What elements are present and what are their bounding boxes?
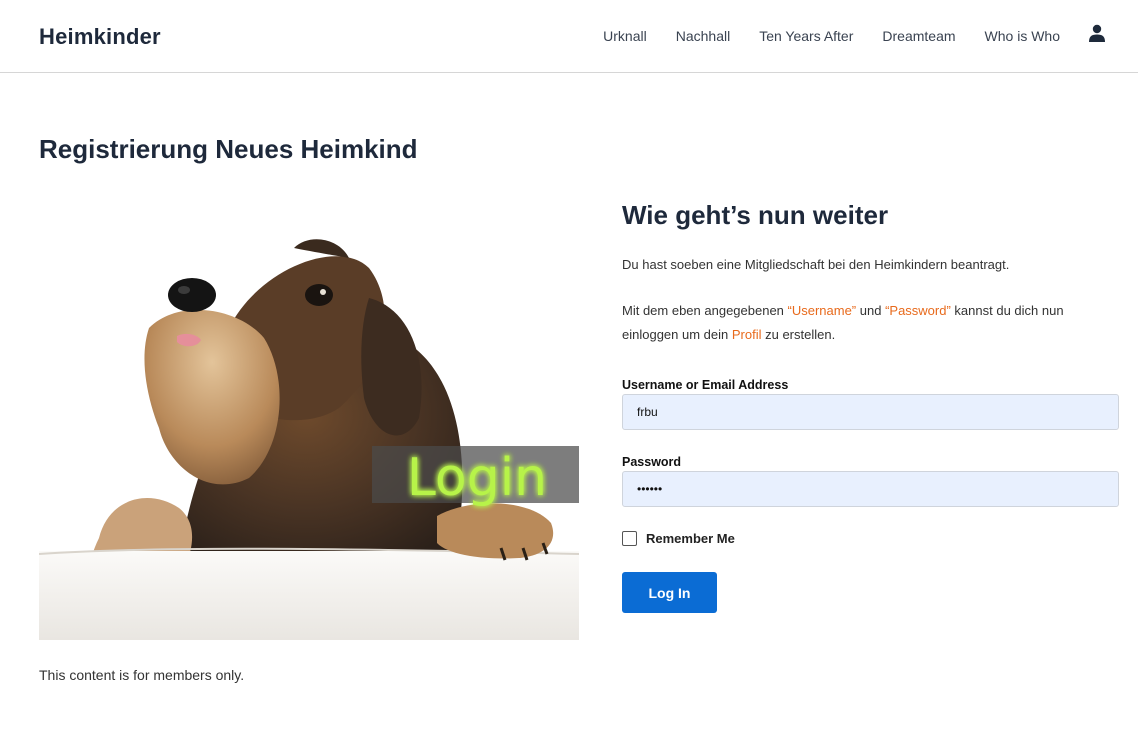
login-button[interactable]: Log In	[622, 572, 717, 613]
site-header: Heimkinder Urknall Nachhall Ten Years Af…	[0, 0, 1138, 73]
dog-illustration: Login	[39, 239, 579, 640]
main-nav: Urknall Nachhall Ten Years After Dreamte…	[603, 0, 1138, 72]
site-brand[interactable]: Heimkinder	[39, 24, 161, 50]
members-only-note: This content is for members only.	[39, 667, 245, 683]
login-overlay-text: Login	[407, 448, 547, 508]
username-highlight: “Username”	[787, 303, 857, 318]
instructions-text: Mit dem eben angegebenen “Username” und …	[622, 299, 1119, 347]
password-input[interactable]	[622, 471, 1119, 507]
username-input[interactable]	[622, 394, 1119, 430]
username-label: Username or Email Address	[622, 378, 789, 392]
nav-item-dreamteam[interactable]: Dreamteam	[882, 28, 955, 44]
nav-item-ten-years-after[interactable]: Ten Years After	[759, 28, 853, 44]
info-text: Du hast soeben eine Mitgliedschaft bei d…	[622, 257, 1010, 272]
password-highlight: “Password”	[885, 303, 951, 318]
password-label: Password	[622, 455, 682, 469]
instructions-part: zu erstellen.	[761, 327, 836, 342]
nav-item-urknall[interactable]: Urknall	[603, 28, 647, 44]
remember-me-label: Remember Me	[646, 531, 735, 546]
login-panel: Wie geht’s nun weiter Du hast soeben ein…	[622, 200, 1119, 613]
nav-item-nachhall[interactable]: Nachhall	[676, 28, 730, 44]
page-title: Registrierung Neues Heimkind	[39, 134, 418, 164]
instructions-part: und	[856, 303, 886, 318]
instructions-part: Mit dem eben angegebenen	[622, 303, 788, 318]
hero-image: Login	[39, 198, 579, 640]
panel-heading: Wie geht’s nun weiter	[622, 200, 889, 230]
nav-item-who-is-who[interactable]: Who is Who	[985, 28, 1060, 44]
profil-link[interactable]: Profil	[732, 327, 762, 342]
user-icon[interactable]	[1088, 24, 1106, 42]
remember-me[interactable]: Remember Me	[622, 531, 1119, 546]
remember-me-checkbox[interactable]	[622, 531, 637, 546]
